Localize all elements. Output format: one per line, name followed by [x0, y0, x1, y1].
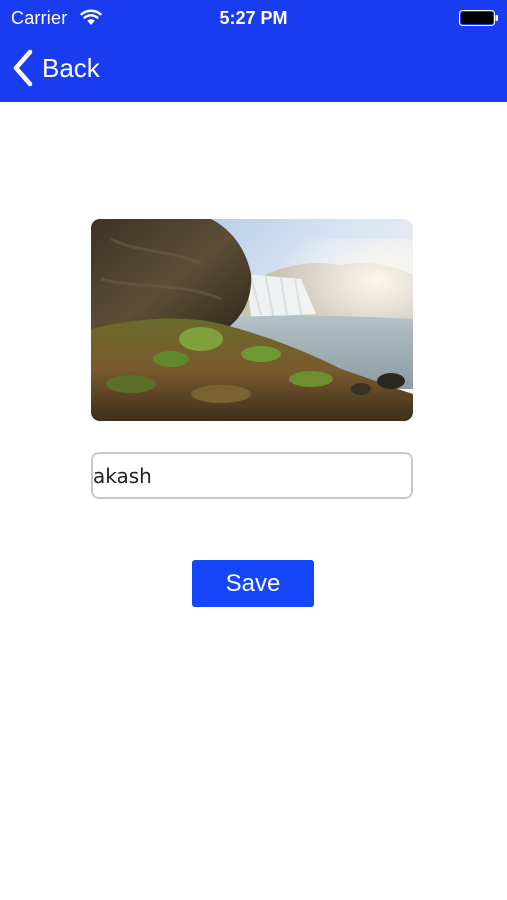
battery-icon: [459, 10, 499, 26]
chevron-left-icon: [10, 48, 36, 88]
status-time: 5:27 PM: [219, 8, 288, 28]
back-button[interactable]: Back: [10, 46, 100, 90]
save-button[interactable]: Save: [192, 560, 314, 607]
status-bar: Carrier 5:27 PM: [0, 0, 507, 36]
name-input[interactable]: [91, 452, 413, 499]
landscape-photo: [91, 219, 413, 421]
back-label: Back: [42, 53, 100, 83]
navigation-bar: Back: [0, 36, 507, 102]
header-bar: Carrier 5:27 PM Back: [0, 0, 507, 102]
